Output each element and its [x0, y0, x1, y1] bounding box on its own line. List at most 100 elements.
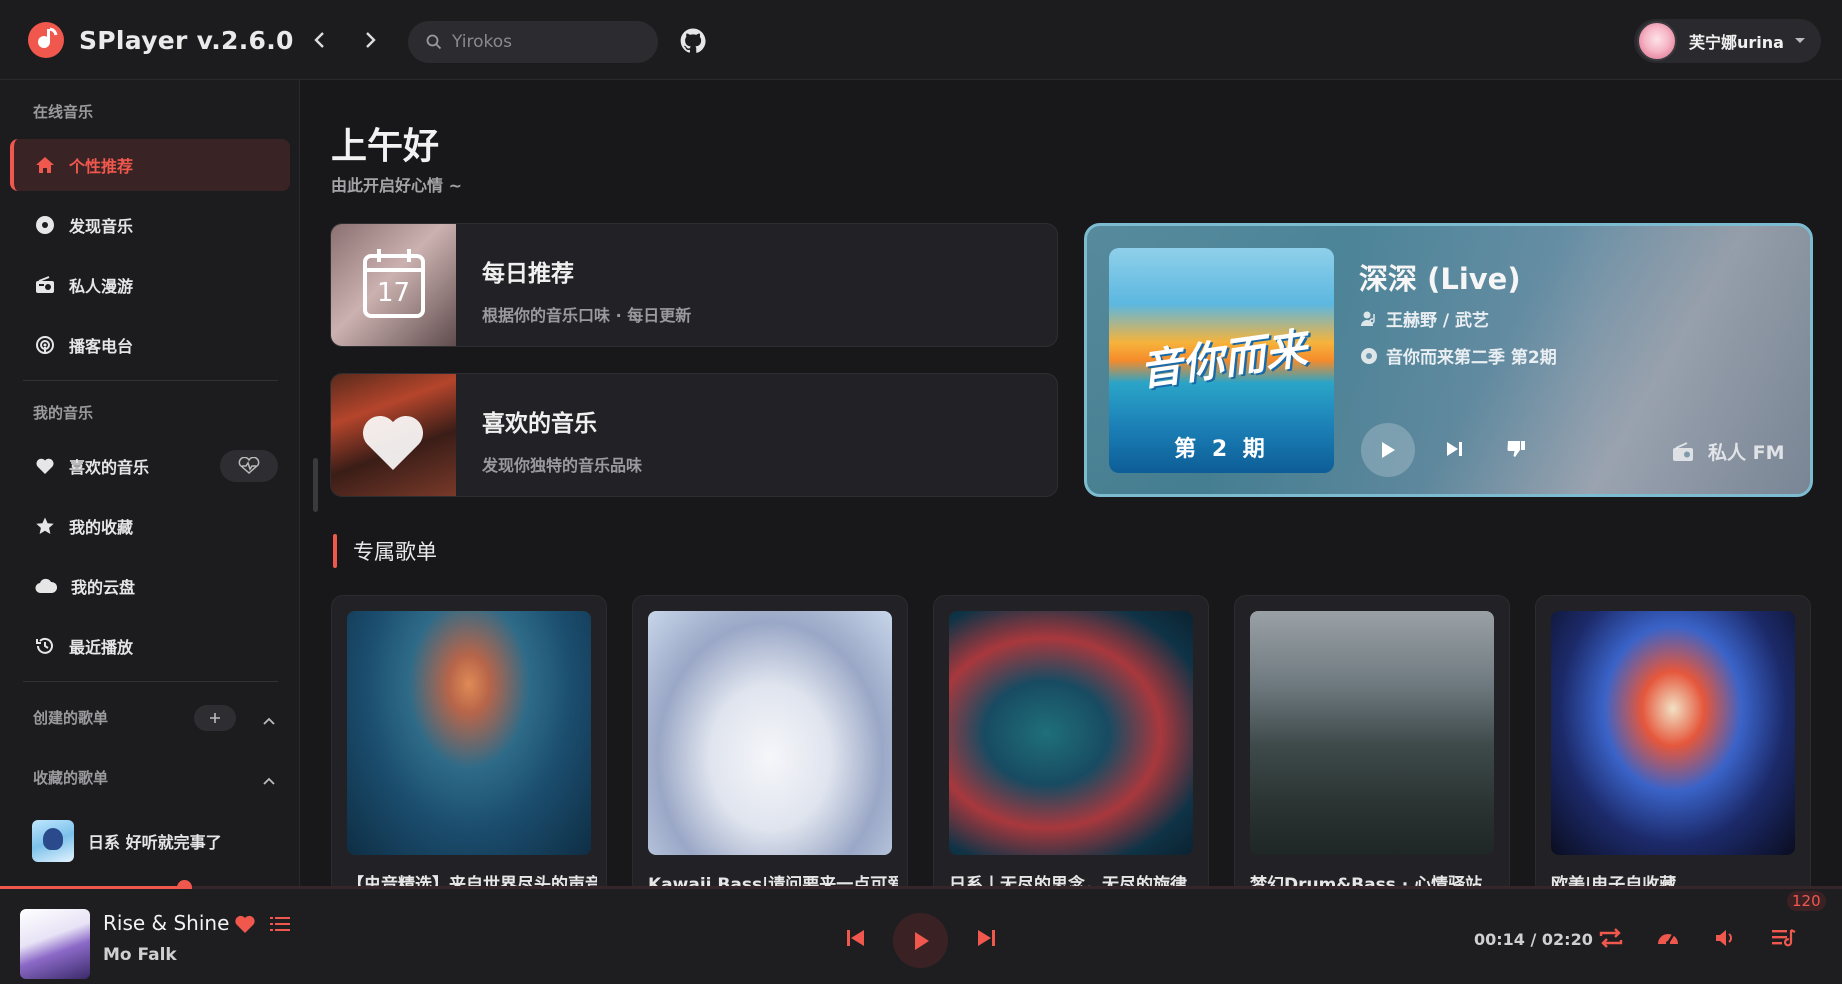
- lyrics-list-button[interactable]: [270, 915, 290, 937]
- playlist-card[interactable]: 日系丨无尽的思念，无尽的旋律: [933, 595, 1209, 895]
- section-title: 专属歌单: [353, 540, 437, 564]
- fm-album[interactable]: 音你而来第二季 第2期: [1386, 343, 1557, 368]
- page-title: 上午好: [331, 126, 440, 167]
- queue-icon: [1772, 929, 1796, 947]
- playlist-cover: [1250, 611, 1494, 855]
- playlist-card[interactable]: 梦幻Drum&Bass · 心情驿站: [1234, 595, 1510, 895]
- user-name: 芙宁娜urina: [1689, 33, 1784, 52]
- volume-icon: [1716, 930, 1732, 946]
- search-input[interactable]: [452, 32, 652, 52]
- playlist-cover: [1551, 611, 1795, 855]
- song-title[interactable]: Rise & Shine: [103, 911, 229, 935]
- fm-song-title: 深深 (Live): [1359, 262, 1521, 296]
- sidebar-item-podcast[interactable]: 播客电台: [10, 319, 290, 371]
- playlist-card[interactable]: Kawaii Bass|请问要来一点可爱的吗: [632, 595, 908, 895]
- forward-button[interactable]: [356, 26, 384, 54]
- playlist-cover: [949, 611, 1193, 855]
- liked-music-card[interactable]: 喜欢的音乐 发现你独特的音乐品味: [330, 373, 1058, 497]
- disc-icon: [36, 216, 54, 234]
- now-playing-cover[interactable]: [20, 909, 90, 979]
- play-icon: [1382, 442, 1395, 458]
- chevron-left-icon: [314, 32, 324, 48]
- liked-cover: [331, 374, 456, 496]
- speedometer-icon: [1658, 934, 1678, 945]
- playlist-cover: [32, 820, 74, 862]
- sidebar-item-label: 发现音乐: [69, 217, 134, 236]
- fm-play-button[interactable]: [1361, 423, 1415, 477]
- section-title-collected: 收藏的歌单: [33, 769, 109, 787]
- heart-icon: [36, 458, 54, 474]
- daily-recommend-card[interactable]: 17 每日推荐 根据你的音乐口味 · 每日更新: [330, 223, 1058, 347]
- sidebar-item-label: 日系 好听就完事了: [88, 833, 222, 852]
- fm-cover-episode: 第 2 期: [1174, 437, 1269, 462]
- heartbeat-icon: [238, 457, 260, 475]
- collapse-collected-button[interactable]: [262, 771, 276, 790]
- sidebar-item-label: 个性推荐: [69, 157, 134, 176]
- create-playlist-button[interactable]: [194, 705, 236, 731]
- divider: [23, 380, 278, 381]
- private-fm-card[interactable]: 音你而来 第 2 期 深深 (Live) 王赫野 / 武艺 音你而来第二季 第2…: [1084, 223, 1813, 497]
- history-icon: [36, 637, 53, 654]
- list-icon: [270, 917, 290, 931]
- caret-down-icon: [1794, 38, 1805, 43]
- top-bar: SPlayer v.2.6.0 芙宁娜urina: [0, 0, 1842, 80]
- sidebar-item-label: 我的云盘: [71, 578, 136, 597]
- card-title: 喜欢的音乐: [482, 411, 597, 437]
- play-icon: [914, 931, 929, 950]
- next-button[interactable]: [976, 929, 996, 951]
- speed-button[interactable]: [1656, 927, 1680, 953]
- sidebar-item-cloud[interactable]: 我的云盘: [10, 560, 290, 612]
- queue-count-badge: 120: [1787, 891, 1826, 911]
- playlist-cover: [648, 611, 892, 855]
- artist-icon: [1361, 311, 1375, 326]
- sidebar: 在线音乐 个性推荐 发现音乐 私人漫游 播客电台 我的音乐 喜欢的音乐 我的收藏…: [0, 80, 300, 886]
- fm-artists[interactable]: 王赫野 / 武艺: [1386, 306, 1489, 331]
- back-button[interactable]: [306, 26, 334, 54]
- volume-button[interactable]: [1714, 927, 1736, 953]
- sidebar-item-label: 我的收藏: [69, 518, 134, 537]
- sidebar-item-roaming[interactable]: 私人漫游: [10, 259, 290, 311]
- skip-previous-icon: [847, 930, 864, 946]
- sidebar-playlist-item[interactable]: 日系 好听就完事了: [10, 815, 290, 867]
- artist-name[interactable]: Mo Falk: [103, 945, 177, 965]
- playlist-card[interactable]: 欧美|电子自收藏: [1535, 595, 1811, 895]
- card-subtitle: 根据你的音乐口味 · 每日更新: [482, 306, 692, 325]
- podcast-icon: [36, 336, 54, 354]
- user-menu[interactable]: 芙宁娜urina: [1634, 19, 1821, 63]
- section-accent-bar: [333, 534, 337, 568]
- chevron-right-icon: [366, 32, 376, 48]
- sidebar-item-discover[interactable]: 发现音乐: [10, 199, 290, 251]
- github-icon[interactable]: [680, 28, 706, 58]
- heartbeat-mode-button[interactable]: [220, 450, 278, 482]
- album-icon: [1361, 347, 1377, 364]
- play-button[interactable]: [893, 913, 948, 968]
- search-icon: [426, 34, 442, 50]
- cloud-icon: [35, 578, 57, 594]
- playlist-cover: [347, 611, 591, 855]
- page-subtitle: 由此开启好心情 ~: [331, 176, 462, 195]
- chevron-up-icon: [263, 717, 275, 725]
- sidebar-item-recommend[interactable]: 个性推荐: [10, 139, 290, 191]
- divider: [23, 681, 278, 682]
- like-button[interactable]: [234, 914, 256, 938]
- sidebar-item-recent[interactable]: 最近播放: [10, 620, 290, 672]
- sidebar-item-collection[interactable]: 我的收藏: [10, 500, 290, 552]
- collapse-created-button[interactable]: [262, 711, 276, 730]
- fm-next-button[interactable]: [1443, 438, 1465, 464]
- sidebar-item-label: 最近播放: [69, 638, 134, 657]
- section-title-my-music: 我的音乐: [33, 404, 94, 422]
- sidebar-item-label: 播客电台: [69, 337, 134, 356]
- heart-icon: [362, 415, 424, 470]
- fm-dislike-button[interactable]: [1505, 438, 1527, 464]
- chevron-up-icon: [263, 777, 275, 785]
- playlist-card[interactable]: 【虫音精选】来自世界尽头的声音: [331, 595, 607, 895]
- section-title-online: 在线音乐: [33, 103, 94, 121]
- playlist-queue-button[interactable]: [1772, 928, 1796, 952]
- main-scrollbar[interactable]: [313, 458, 318, 512]
- repeat-button[interactable]: [1598, 927, 1624, 953]
- fm-cover-logo: 音你而来: [1136, 323, 1311, 396]
- previous-button[interactable]: [846, 929, 866, 951]
- search-box[interactable]: [408, 21, 658, 63]
- repeat-icon: [1599, 928, 1623, 948]
- app-logo-icon[interactable]: [28, 22, 64, 58]
